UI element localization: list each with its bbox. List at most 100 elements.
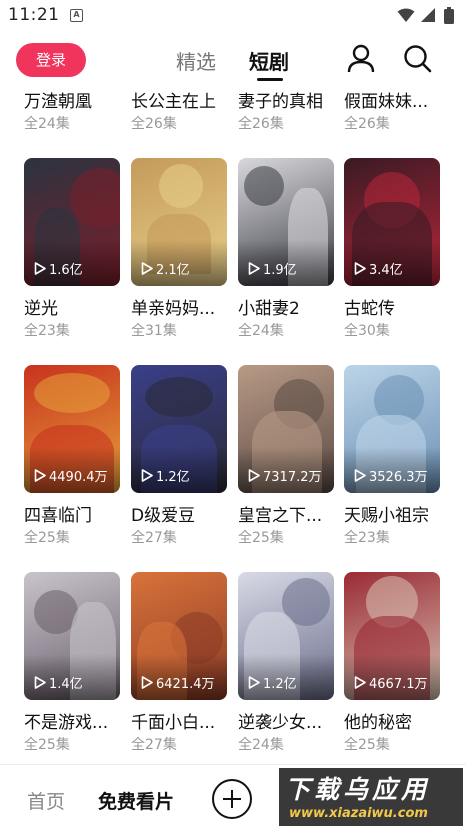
drama-item[interactable]: D级爱豆 全27集 xyxy=(131,504,229,548)
drama-cover[interactable]: 1.6亿 xyxy=(24,158,120,286)
drama-item[interactable]: 假面妹妹... 全26集 xyxy=(344,90,442,134)
drama-episodes: 全23集 xyxy=(344,530,390,546)
play-icon xyxy=(34,676,46,689)
drama-title: 妻子的真相 xyxy=(238,92,323,112)
drama-cover[interactable]: 4667.1万 xyxy=(344,572,440,700)
drama-title: 万渣朝凰 xyxy=(24,92,92,112)
play-count: 2.1亿 xyxy=(141,259,190,278)
top-header: 登录 精选 短剧 xyxy=(0,32,466,86)
add-icon[interactable] xyxy=(212,779,252,819)
play-icon xyxy=(141,262,153,275)
user-icon[interactable] xyxy=(347,44,375,74)
play-count: 1.9亿 xyxy=(248,259,297,278)
play-icon xyxy=(354,262,366,275)
drama-title: 千面小白... xyxy=(131,713,216,733)
play-count: 3526.3万 xyxy=(354,466,428,485)
drama-item[interactable]: 长公主在上 全26集 xyxy=(131,90,229,134)
drama-grid: 万渣朝凰 全24集 长公主在上 全26集 妻子的真相 全26集 假面妹妹... … xyxy=(0,86,466,764)
drama-episodes: 全26集 xyxy=(131,116,177,132)
drama-cover[interactable]: 1.4亿 xyxy=(24,572,120,700)
play-count: 4667.1万 xyxy=(354,673,428,692)
play-icon xyxy=(354,469,366,482)
drama-title: 天赐小祖宗 xyxy=(344,506,429,526)
login-button[interactable]: 登录 xyxy=(16,43,86,77)
active-tab-indicator xyxy=(257,78,283,81)
a-notification-icon: A xyxy=(70,9,83,22)
drama-item[interactable]: 不是游戏... 全25集 xyxy=(24,711,122,755)
play-count: 4490.4万 xyxy=(34,466,108,485)
play-count: 1.4亿 xyxy=(34,673,83,692)
play-icon xyxy=(141,676,153,689)
drama-title: 四喜临门 xyxy=(24,506,92,526)
drama-cover[interactable]: 1.9亿 xyxy=(238,158,334,286)
drama-cover[interactable]: 3526.3万 xyxy=(344,365,440,493)
drama-title: 逆光 xyxy=(24,299,58,319)
status-bar: 11:21 A xyxy=(0,0,466,32)
drama-item[interactable]: 天赐小祖宗 全23集 xyxy=(344,504,442,548)
drama-item[interactable]: 万渣朝凰 全24集 xyxy=(24,90,122,134)
drama-title: 皇宫之下... xyxy=(238,506,323,526)
drama-title: 不是游戏... xyxy=(24,713,109,733)
wifi-icon xyxy=(397,8,415,22)
play-count: 1.2亿 xyxy=(248,673,297,692)
play-count: 1.2亿 xyxy=(141,466,190,485)
play-icon xyxy=(248,676,260,689)
play-icon xyxy=(34,469,46,482)
drama-cover[interactable]: 6421.4万 xyxy=(131,572,227,700)
drama-episodes: 全25集 xyxy=(24,530,70,546)
drama-item[interactable]: 皇宫之下... 全25集 xyxy=(238,504,336,548)
drama-item[interactable]: 千面小白... 全27集 xyxy=(131,711,229,755)
drama-episodes: 全25集 xyxy=(238,530,284,546)
tab-featured[interactable]: 精选 xyxy=(176,46,216,75)
drama-episodes: 全23集 xyxy=(24,323,70,339)
drama-cover[interactable]: 1.2亿 xyxy=(238,572,334,700)
drama-episodes: 全25集 xyxy=(344,737,390,753)
drama-episodes: 全27集 xyxy=(131,737,177,753)
drama-item[interactable]: 小甜妻2 全24集 xyxy=(238,297,336,341)
drama-title: 小甜妻2 xyxy=(238,299,300,319)
play-icon xyxy=(354,676,366,689)
play-count: 6421.4万 xyxy=(141,673,215,692)
drama-item[interactable]: 他的秘密 全25集 xyxy=(344,711,442,755)
drama-cover[interactable]: 4490.4万 xyxy=(24,365,120,493)
watermark-url: www.xiazaiwu.com xyxy=(289,806,428,821)
drama-title: D级爱豆 xyxy=(131,506,196,526)
drama-item[interactable]: 逆光 全23集 xyxy=(24,297,122,341)
drama-item[interactable]: 单亲妈妈... 全31集 xyxy=(131,297,229,341)
signal-icon xyxy=(421,8,435,22)
drama-title: 古蛇传 xyxy=(344,299,395,319)
tab-short-drama[interactable]: 短剧 xyxy=(249,46,289,75)
drama-title: 单亲妈妈... xyxy=(131,299,216,319)
drama-title: 他的秘密 xyxy=(344,713,412,733)
drama-episodes: 全24集 xyxy=(24,116,70,132)
play-count: 3.4亿 xyxy=(354,259,403,278)
drama-title: 假面妹妹... xyxy=(344,92,429,112)
drama-cover[interactable]: 7317.2万 xyxy=(238,365,334,493)
nav-free-movies[interactable]: 免费看片 xyxy=(98,787,174,814)
drama-cover[interactable]: 2.1亿 xyxy=(131,158,227,286)
drama-episodes: 全26集 xyxy=(344,116,390,132)
drama-episodes: 全25集 xyxy=(24,737,70,753)
drama-episodes: 全24集 xyxy=(238,737,284,753)
play-count: 7317.2万 xyxy=(248,466,322,485)
watermark-text: 下载乌应用 xyxy=(285,775,431,804)
drama-title: 逆袭少女... xyxy=(238,713,323,733)
play-icon xyxy=(141,469,153,482)
watermark: 下载乌应用 www.xiazaiwu.com xyxy=(279,768,463,826)
drama-item[interactable]: 妻子的真相 全26集 xyxy=(238,90,336,134)
drama-item[interactable]: 四喜临门 全25集 xyxy=(24,504,122,548)
drama-episodes: 全31集 xyxy=(131,323,177,339)
drama-episodes: 全26集 xyxy=(238,116,284,132)
play-icon xyxy=(248,262,260,275)
status-time: 11:21 xyxy=(8,5,60,25)
play-count: 1.6亿 xyxy=(34,259,83,278)
drama-item[interactable]: 逆袭少女... 全24集 xyxy=(238,711,336,755)
drama-cover[interactable]: 3.4亿 xyxy=(344,158,440,286)
drama-title: 长公主在上 xyxy=(131,92,216,112)
drama-episodes: 全30集 xyxy=(344,323,390,339)
battery-icon xyxy=(444,7,454,24)
search-icon[interactable] xyxy=(403,44,433,74)
nav-home[interactable]: 首页 xyxy=(27,787,65,814)
drama-item[interactable]: 古蛇传 全30集 xyxy=(344,297,442,341)
drama-cover[interactable]: 1.2亿 xyxy=(131,365,227,493)
